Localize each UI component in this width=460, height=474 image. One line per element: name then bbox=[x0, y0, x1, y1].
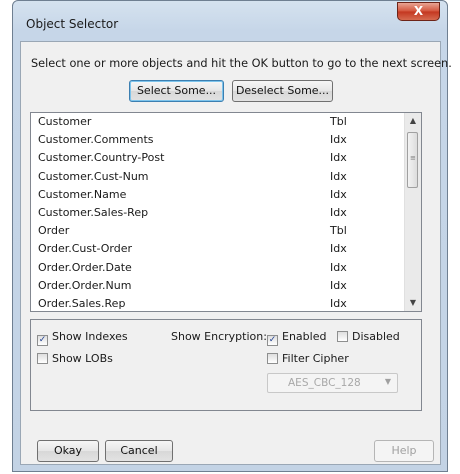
enabled-label: Enabled bbox=[282, 330, 327, 343]
scroll-down-icon[interactable]: ▼ bbox=[405, 295, 421, 311]
object-name: Order.Order.Num bbox=[38, 278, 132, 292]
object-type: Idx bbox=[330, 169, 347, 183]
object-name: Customer.Sales-Rep bbox=[38, 205, 149, 219]
show-lobs-checkbox[interactable]: Show LOBs bbox=[37, 352, 113, 365]
list-item[interactable]: Customer.Sales-Rep Idx bbox=[31, 204, 401, 222]
object-type: Idx bbox=[330, 260, 347, 274]
list-item[interactable]: Customer.Name Idx bbox=[31, 186, 401, 204]
show-indexes-label: Show Indexes bbox=[52, 330, 128, 343]
dialog-body: Select one or more objects and hit the O… bbox=[20, 41, 452, 465]
list-item[interactable]: Customer.Comments Idx bbox=[31, 131, 401, 149]
object-name: Customer.Cust-Num bbox=[38, 169, 149, 183]
checkbox-unchecked-icon bbox=[37, 353, 48, 364]
okay-button[interactable]: Okay bbox=[37, 440, 99, 462]
deselect-some-label: Deselect Some... bbox=[235, 84, 330, 97]
select-some-button[interactable]: Select Some... bbox=[129, 80, 224, 102]
title-bar[interactable]: Object Selector X bbox=[13, 1, 447, 35]
object-type: Idx bbox=[330, 151, 347, 165]
object-type: Tbl bbox=[330, 115, 347, 128]
object-name: Order.Order.Date bbox=[38, 260, 132, 274]
show-encryption-label: Show Encryption: bbox=[171, 330, 267, 343]
checkbox-checked-icon: ✓ bbox=[37, 335, 48, 346]
cancel-label: Cancel bbox=[120, 444, 158, 457]
list-item[interactable]: Order.Order.Num Idx bbox=[31, 277, 401, 295]
disabled-checkbox[interactable]: Disabled bbox=[337, 330, 400, 343]
object-type: Idx bbox=[330, 242, 347, 256]
window-title: Object Selector bbox=[26, 17, 119, 31]
object-rows: Customer Tbl Customer.Comments Idx Customer.… bbox=[31, 113, 401, 313]
object-type: Idx bbox=[330, 205, 347, 219]
filter-cipher-label: Filter Cipher bbox=[282, 352, 349, 365]
cipher-select-value: AES_CBC_128 bbox=[288, 377, 361, 389]
object-name: Order bbox=[38, 224, 70, 238]
scroll-up-icon[interactable]: ▲ bbox=[405, 113, 421, 129]
checkbox-unchecked-icon bbox=[267, 353, 278, 364]
list-item[interactable]: Customer.Cust-Num Idx bbox=[31, 168, 401, 186]
list-item[interactable]: Order Tbl bbox=[31, 222, 401, 240]
list-item[interactable]: Order.Order.Date Idx bbox=[31, 259, 401, 277]
enabled-checkbox[interactable]: ✓ Enabled bbox=[267, 330, 326, 346]
cancel-button[interactable]: Cancel bbox=[105, 440, 173, 462]
close-button[interactable]: X bbox=[397, 2, 440, 21]
list-item[interactable]: Order.Sales.Rep Idx bbox=[31, 295, 401, 313]
close-icon: X bbox=[413, 4, 424, 18]
list-item[interactable]: Customer.Country-Post Idx bbox=[31, 149, 401, 167]
show-lobs-label: Show LOBs bbox=[52, 352, 113, 365]
object-type: Idx bbox=[330, 187, 347, 201]
help-button[interactable]: Help bbox=[374, 440, 434, 462]
object-type: Idx bbox=[330, 133, 347, 147]
object-name: Order.Sales.Rep bbox=[38, 296, 126, 310]
instruction-text: Select one or more objects and hit the O… bbox=[31, 57, 452, 70]
object-name: Customer.Name bbox=[38, 187, 127, 201]
filter-cipher-checkbox[interactable]: Filter Cipher bbox=[267, 352, 349, 365]
cipher-select[interactable]: AES_CBC_128 ▼ bbox=[267, 373, 398, 393]
list-item[interactable]: Customer Tbl bbox=[31, 113, 401, 131]
show-indexes-checkbox[interactable]: ✓ Show Indexes bbox=[37, 330, 128, 346]
deselect-some-button[interactable]: Deselect Some... bbox=[232, 80, 333, 102]
object-name: Customer bbox=[38, 115, 92, 128]
chevron-down-icon: ▼ bbox=[384, 377, 391, 386]
object-type: Tbl bbox=[330, 224, 347, 238]
vertical-scrollbar[interactable]: ▲ ≡ ▼ bbox=[404, 113, 421, 311]
object-selector-window: Object Selector X Select one or more obj… bbox=[12, 0, 452, 472]
object-name: Customer.Country-Post bbox=[38, 151, 165, 165]
okay-label: Okay bbox=[53, 444, 83, 457]
object-name: Customer.Comments bbox=[38, 133, 154, 147]
checkbox-unchecked-icon bbox=[337, 331, 348, 342]
object-type: Idx bbox=[330, 278, 347, 292]
scroll-thumb[interactable]: ≡ bbox=[407, 132, 418, 188]
options-panel: ✓ Show Indexes Show Encryption: ✓ Enabled … bbox=[30, 319, 422, 411]
object-type: Idx bbox=[330, 296, 347, 310]
help-label: Help bbox=[391, 444, 417, 457]
checkbox-checked-icon: ✓ bbox=[267, 335, 278, 346]
disabled-label: Disabled bbox=[352, 330, 400, 343]
object-list[interactable]: Customer Tbl Customer.Comments Idx Customer.… bbox=[30, 112, 422, 312]
select-some-label: Select Some... bbox=[136, 84, 217, 97]
object-name: Order.Cust-Order bbox=[38, 242, 132, 256]
grip-icon: ≡ bbox=[410, 154, 416, 162]
list-item[interactable]: Order.Cust-Order Idx bbox=[31, 240, 401, 258]
